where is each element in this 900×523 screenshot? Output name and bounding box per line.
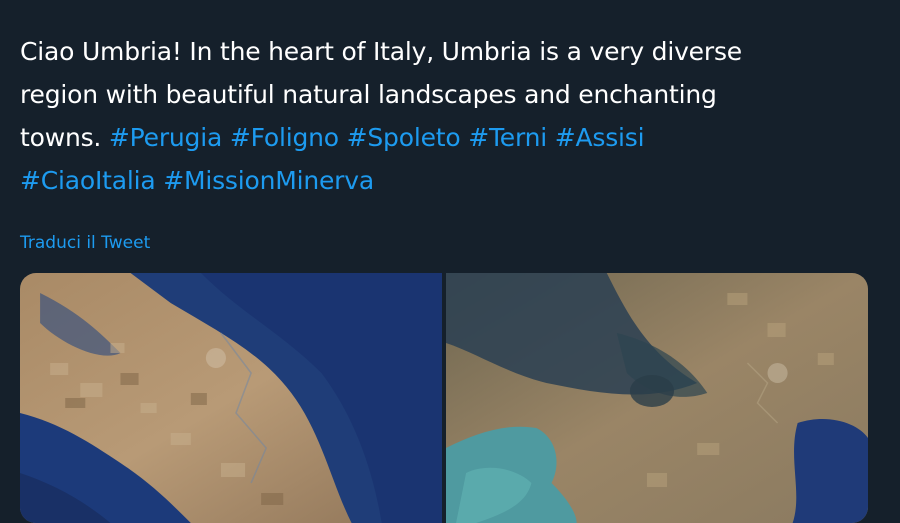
satellite-photo-1[interactable] <box>20 273 442 523</box>
tweet-text-segment: towns. <box>20 123 109 152</box>
tweet-text-segment <box>222 123 230 152</box>
satellite-image-2 <box>446 273 868 523</box>
hashtag-ciaoitalia[interactable]: #CiaoItalia <box>20 166 156 195</box>
tweet-text-segment <box>547 123 555 152</box>
hashtag-missionminerva[interactable]: #MissionMinerva <box>163 166 374 195</box>
translate-tweet-link[interactable]: Traduci il Tweet <box>20 232 150 254</box>
satellite-photo-2[interactable] <box>446 273 868 523</box>
hashtag-perugia[interactable]: #Perugia <box>109 123 222 152</box>
tweet-text-segment <box>339 123 347 152</box>
tweet-line: towns. #Perugia #Foligno #Spoleto #Terni… <box>20 116 880 159</box>
hashtag-assisi[interactable]: #Assisi <box>555 123 645 152</box>
hashtag-terni[interactable]: #Terni <box>468 123 547 152</box>
tweet-line: #CiaoItalia #MissionMinerva <box>20 159 880 202</box>
satellite-image-1 <box>20 273 442 523</box>
tweet-media-grid <box>20 273 868 523</box>
tweet-text-segment: Ciao Umbria! In the heart of Italy, Umbr… <box>20 37 742 66</box>
tweet-text: Ciao Umbria! In the heart of Italy, Umbr… <box>20 30 880 202</box>
tweet-text-segment: region with beautiful natural landscapes… <box>20 80 717 109</box>
tweet-line: Ciao Umbria! In the heart of Italy, Umbr… <box>20 30 880 73</box>
hashtag-foligno[interactable]: #Foligno <box>230 123 339 152</box>
hashtag-spoleto[interactable]: #Spoleto <box>347 123 461 152</box>
tweet-line: region with beautiful natural landscapes… <box>20 73 880 116</box>
